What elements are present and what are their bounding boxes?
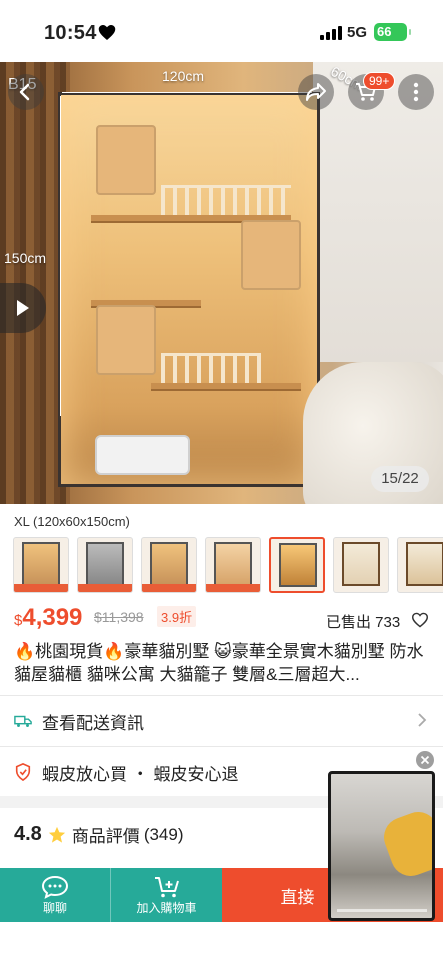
variant-thumbnail[interactable] — [77, 537, 133, 593]
status-bar: 10:54 5G 66 — [0, 0, 443, 62]
height-dimension: 150cm — [4, 250, 47, 266]
variant-thumbnail-selected[interactable] — [269, 537, 325, 593]
original-price: $11,398 — [94, 609, 144, 625]
product-title: 🔥桃園現貨🔥豪華貓別墅 😺豪華全景實木貓別墅 防水貓屋貓櫃 貓咪公寓 大貓籠子 … — [14, 642, 424, 684]
cat-house — [96, 305, 156, 375]
close-video-button[interactable] — [416, 751, 434, 769]
video-progress-bar — [337, 909, 427, 912]
shelf — [151, 383, 301, 391]
variant-label: XL (120x60x150cm) — [14, 514, 130, 529]
fence-decor — [161, 185, 291, 215]
play-icon — [17, 300, 29, 316]
cart-count-badge: 99+ — [363, 72, 396, 90]
add-cart-label: 加入購物車 — [136, 900, 197, 915]
price-amount: 4,399 — [22, 604, 83, 631]
product-image[interactable]: 120cm 60cm 150cm B15 — [0, 62, 443, 504]
price: $4,399 — [14, 604, 82, 632]
shield-icon — [15, 763, 31, 781]
close-icon — [420, 755, 430, 765]
floating-video-player[interactable] — [328, 771, 435, 921]
variant-thumbnail[interactable] — [333, 537, 389, 593]
variant-thumbnail[interactable] — [205, 537, 261, 593]
add-cart-icon — [154, 876, 179, 897]
back-button[interactable] — [8, 74, 44, 110]
truck-icon — [14, 715, 32, 727]
width-dimension: 120cm — [162, 68, 205, 84]
shipping-info-row[interactable]: 查看配送資訊 — [0, 696, 443, 746]
dimension-line — [60, 96, 61, 416]
variant-thumbnail[interactable] — [397, 537, 443, 593]
more-button[interactable] — [398, 74, 434, 110]
battery-icon: 66 — [374, 23, 411, 41]
cat-house — [241, 220, 301, 290]
more-icon — [413, 82, 419, 102]
discount-badge: 3.9折 — [157, 606, 197, 627]
fence-decor — [161, 353, 261, 383]
back-arrow-icon — [19, 83, 30, 101]
star-icon — [48, 826, 65, 843]
like-heart-icon[interactable] — [411, 612, 429, 628]
image-counter: 15/22 — [371, 466, 429, 492]
cat-house — [96, 125, 156, 195]
chevron-right-icon — [418, 713, 427, 727]
share-button[interactable] — [298, 74, 334, 110]
guarantee-label: 蝦皮放心買 ・ 蝦皮安心退 — [42, 764, 239, 784]
status-time: 10:54 — [44, 22, 97, 44]
share-icon — [306, 83, 326, 101]
variant-thumbnail[interactable] — [141, 537, 197, 593]
rating-row[interactable]: 4.8 商品評價 (349) — [14, 822, 184, 847]
chat-label: 聊聊 — [42, 900, 67, 915]
litter-box — [95, 435, 190, 475]
shipping-info-label: 查看配送資訊 — [42, 713, 144, 733]
heart-status-icon — [98, 25, 116, 40]
variant-thumbnail[interactable] — [13, 537, 69, 593]
rating-count: (349) — [143, 824, 184, 844]
cat-cabinet-illustration — [58, 92, 320, 487]
buy-now-label: 直接 — [280, 887, 315, 907]
dimension-line — [62, 92, 312, 93]
signal-icon — [320, 26, 342, 40]
chat-button[interactable]: 聊聊 — [0, 868, 110, 922]
network-label: 5G — [347, 24, 368, 41]
add-to-cart-button[interactable]: 加入購物車 — [110, 868, 222, 922]
rating-score: 4.8 — [14, 823, 42, 845]
chat-icon — [41, 875, 69, 899]
variant-thumbnails — [13, 537, 443, 593]
sold-count: 已售出 733 — [326, 614, 401, 631]
rating-label: 商品評價 — [71, 827, 140, 846]
